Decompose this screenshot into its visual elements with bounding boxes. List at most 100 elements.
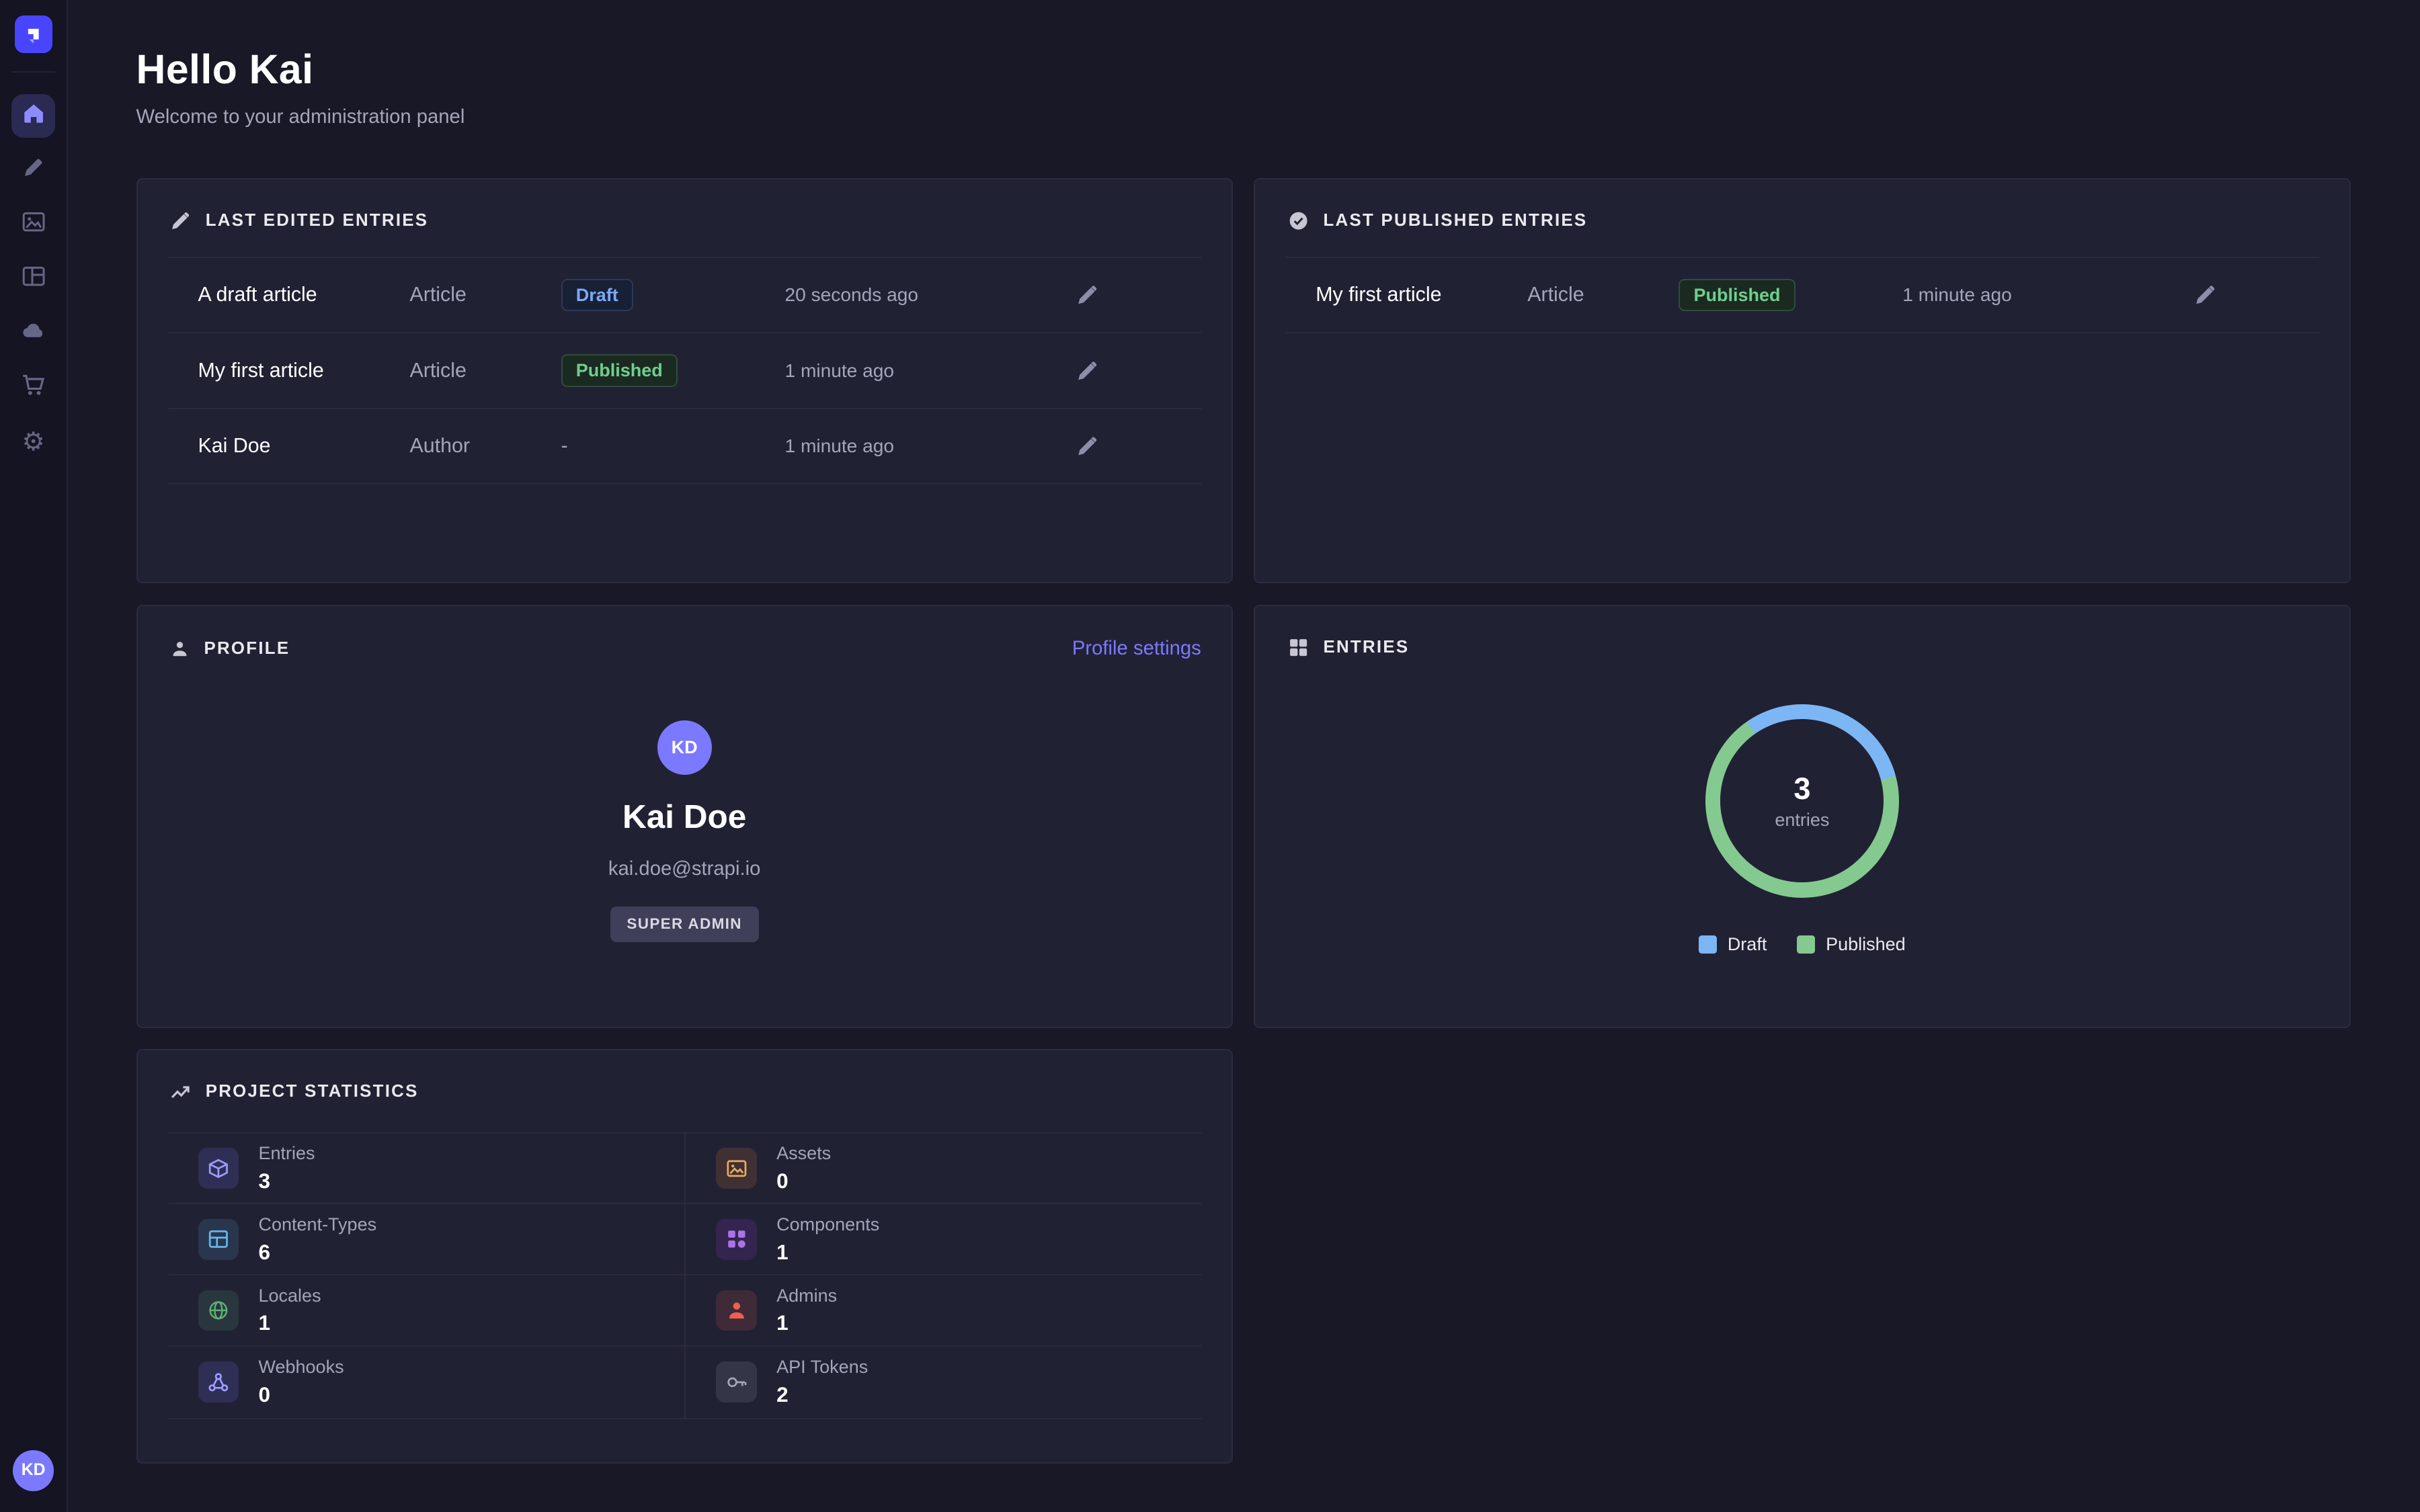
entry-type: Article xyxy=(1527,284,1679,306)
stat-value: 1 xyxy=(776,1310,837,1335)
stat-api-tokens: API Tokens 2 xyxy=(684,1347,1201,1418)
status-badge: Published xyxy=(561,354,678,387)
page-subtitle: Welcome to your administration panel xyxy=(136,106,2351,128)
sidebar-item-marketplace[interactable] xyxy=(11,366,55,410)
last-edited-table: A draft article Article Draft 20 seconds… xyxy=(168,257,1201,485)
person-icon xyxy=(171,640,189,658)
box-icon xyxy=(198,1148,239,1189)
table-row[interactable]: A draft article Article Draft 20 seconds… xyxy=(168,258,1201,334)
entry-time: 20 seconds ago xyxy=(785,284,1078,306)
sidebar-divider xyxy=(11,71,55,73)
home-icon xyxy=(21,100,46,132)
stat-value: 0 xyxy=(776,1169,831,1193)
pencil-icon xyxy=(1077,284,1098,306)
stat-webhooks: Webhooks 0 xyxy=(168,1347,685,1418)
pencil-icon xyxy=(1077,435,1098,457)
draft-swatch xyxy=(1699,935,1717,954)
table-row[interactable]: My first article Article Published 1 min… xyxy=(1285,258,2318,334)
card-title: LAST PUBLISHED ENTRIES xyxy=(1324,211,1588,230)
entries-chart-body: 3 entries Draft Published xyxy=(1255,677,2349,955)
key-icon xyxy=(716,1361,757,1402)
main-content: Hello Kai Welcome to your administration… xyxy=(68,0,2420,1512)
stat-content-types: Content-Types6 xyxy=(168,1204,685,1275)
sidebar-item-settings[interactable]: ⚙ xyxy=(11,421,55,464)
profile-email: kai.doe@strapi.io xyxy=(608,858,760,880)
profile-card: PROFILE Profile settings KD Kai Doe kai.… xyxy=(136,605,1233,1028)
sidebar: ⚙ KD xyxy=(0,0,68,1512)
donut-center-label: 3 entries xyxy=(1705,704,1899,898)
profile-settings-link[interactable]: Profile settings xyxy=(1072,638,1201,660)
role-badge: SUPER ADMIN xyxy=(610,907,759,942)
chart-legend: Draft Published xyxy=(1699,934,1906,955)
entry-type: Article xyxy=(410,360,561,382)
entry-time: 1 minute ago xyxy=(785,360,1078,382)
puzzle-icon xyxy=(716,1219,757,1260)
pencil-icon xyxy=(1077,360,1098,382)
entries-card: ENTRIES 3 entries Draft xyxy=(1254,605,2350,1028)
entry-status: - xyxy=(561,435,785,458)
entry-time: 1 minute ago xyxy=(785,435,1078,457)
entries-count: 3 xyxy=(1793,771,1810,806)
trend-up-icon xyxy=(171,1082,190,1101)
stat-value: 0 xyxy=(259,1382,344,1407)
table-row[interactable]: My first article Article Published 1 min… xyxy=(168,333,1201,409)
stat-label: Assets xyxy=(776,1143,831,1164)
stat-admins: Admins1 xyxy=(684,1275,1201,1347)
blocks-icon xyxy=(1289,638,1308,657)
globe-icon xyxy=(198,1290,239,1331)
cloud-icon xyxy=(21,318,46,349)
sidebar-item-home[interactable] xyxy=(11,94,55,138)
page-title: Hello Kai xyxy=(136,46,2351,93)
entry-name: My first article xyxy=(198,360,410,382)
media-library-icon xyxy=(21,209,46,241)
edit-entry-button[interactable] xyxy=(1077,435,1201,457)
stat-label: Locales xyxy=(259,1286,321,1306)
entries-unit: entries xyxy=(1775,810,1829,831)
person-icon xyxy=(716,1290,757,1331)
entry-name: My first article xyxy=(1316,284,1527,306)
sidebar-item-content-type-builder[interactable] xyxy=(11,149,55,192)
user-avatar[interactable]: KD xyxy=(13,1450,54,1491)
stat-label: Webhooks xyxy=(259,1357,344,1378)
legend-item-draft: Draft xyxy=(1699,934,1767,955)
table-row[interactable]: Kai Doe Author - 1 minute ago xyxy=(168,409,1201,485)
entry-time: 1 minute ago xyxy=(1902,284,2195,306)
edit-entry-button[interactable] xyxy=(1077,284,1201,306)
status-empty: - xyxy=(561,435,568,457)
stat-entries: Entries3 xyxy=(168,1134,685,1205)
sidebar-item-content-manager[interactable] xyxy=(11,257,55,301)
legend-label: Published xyxy=(1826,934,1906,955)
stat-label: API Tokens xyxy=(776,1357,868,1378)
entry-name: Kai Doe xyxy=(198,435,410,458)
published-swatch xyxy=(1797,935,1815,954)
stat-value: 2 xyxy=(776,1382,868,1407)
pen-tool-icon xyxy=(22,155,46,185)
card-head: LAST PUBLISHED ENTRIES xyxy=(1255,179,2349,251)
project-statistics-card: PROJECT STATISTICS Entries3 Assets0 Cont… xyxy=(136,1049,1233,1464)
image-icon xyxy=(716,1148,757,1189)
entry-name: A draft article xyxy=(198,284,410,306)
stat-value: 1 xyxy=(776,1240,879,1265)
strapi-logo-icon xyxy=(23,24,44,45)
dashboard-grid: LAST EDITED ENTRIES A draft article Arti… xyxy=(136,178,2351,1464)
edit-entry-button[interactable] xyxy=(1077,360,1201,382)
card-title: PROFILE xyxy=(204,639,290,659)
edit-entry-button[interactable] xyxy=(2195,284,2319,306)
layout-icon xyxy=(21,263,46,295)
profile-name: Kai Doe xyxy=(622,798,746,836)
last-published-entries-card: LAST PUBLISHED ENTRIES My first article … xyxy=(1254,178,2350,583)
webhook-icon xyxy=(198,1361,239,1402)
stat-value: 1 xyxy=(259,1310,321,1335)
profile-avatar: KD xyxy=(657,720,712,775)
entries-donut-chart: 3 entries xyxy=(1705,704,1899,898)
layout-grid-icon xyxy=(198,1219,239,1260)
sidebar-item-plugins[interactable] xyxy=(11,312,55,355)
pencil-icon xyxy=(2195,284,2216,306)
sidebar-item-media-library[interactable] xyxy=(11,203,55,247)
stat-label: Components xyxy=(776,1214,879,1235)
stat-value: 6 xyxy=(259,1240,377,1265)
profile-body: KD Kai Doe kai.doe@strapi.io SUPER ADMIN xyxy=(138,720,1232,942)
stat-components: Components 1 xyxy=(684,1204,1201,1275)
strapi-logo[interactable] xyxy=(15,15,52,53)
card-head: ENTRIES xyxy=(1255,606,2349,677)
